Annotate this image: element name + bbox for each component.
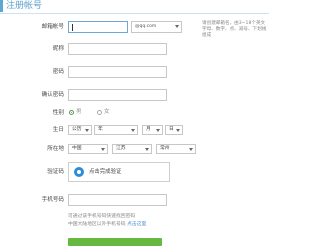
confirm-password-label: 确认密码 xyxy=(41,92,64,98)
captcha-button[interactable]: 点击完成验证 xyxy=(68,162,170,182)
location-label: 所在地 xyxy=(47,146,64,152)
email-label: 邮箱帐号 xyxy=(41,24,64,30)
location-city-select[interactable]: 常州 xyxy=(156,144,196,154)
email-hint: 请创建邮箱名，由3~18个英文字母、数字、点、减号、下划线组成 xyxy=(202,21,267,38)
chevron-down-icon xyxy=(176,129,180,132)
location-province-value: 江苏 xyxy=(116,146,126,151)
birthday-calendar-value: 公历 xyxy=(72,127,82,132)
phone-note-secondary-text: 中国大陆地区以外手机号码 xyxy=(68,222,126,227)
header-accent-bar xyxy=(0,0,3,12)
phone-input[interactable] xyxy=(68,194,167,206)
page-title: 注册帐号 xyxy=(6,1,43,11)
chevron-down-icon xyxy=(175,25,179,28)
gender-female-radio[interactable] xyxy=(97,110,102,115)
gender-male-label: 男 xyxy=(76,109,82,115)
phone-label: 手机号码 xyxy=(41,197,64,203)
phone-note: 可通过该手机号码快速找回密码 xyxy=(68,214,136,219)
email-input[interactable] xyxy=(68,21,128,33)
location-city-value: 常州 xyxy=(160,146,170,151)
birthday-month-value: 月 xyxy=(146,127,151,132)
chevron-down-icon xyxy=(101,148,105,151)
location-country-value: 中国 xyxy=(72,146,82,151)
chevron-down-icon xyxy=(189,148,193,151)
phone-note-secondary: 中国大陆地区以外手机号码 点击这里 xyxy=(68,222,146,228)
captcha-shield-icon xyxy=(74,167,84,177)
gender-label: 性别 xyxy=(52,110,64,116)
birthday-month-select[interactable]: 月 xyxy=(142,125,163,135)
password-input[interactable] xyxy=(68,66,167,78)
chevron-down-icon xyxy=(145,148,149,151)
birthday-year-value: 年 xyxy=(98,127,103,132)
birthday-day-value: 日 xyxy=(169,127,174,132)
chevron-down-icon xyxy=(156,129,160,132)
password-label: 密码 xyxy=(52,69,64,75)
birthday-label: 生日 xyxy=(52,127,64,133)
gender-male-radio[interactable] xyxy=(69,110,74,115)
gender-female-label: 女 xyxy=(104,109,110,115)
nickname-input[interactable] xyxy=(68,43,167,55)
confirm-password-input[interactable] xyxy=(68,89,167,101)
captcha-text: 点击完成验证 xyxy=(89,169,122,175)
birthday-calendar-select[interactable]: 公历 xyxy=(68,125,92,135)
email-domain-value: @qq.com xyxy=(135,24,157,29)
chevron-down-icon xyxy=(85,129,89,132)
nickname-label: 昵称 xyxy=(52,46,64,52)
birthday-day-select[interactable]: 日 xyxy=(165,125,183,135)
location-province-select[interactable]: 江苏 xyxy=(112,144,152,154)
birthday-year-select[interactable]: 年 xyxy=(94,125,138,135)
text-caret xyxy=(72,24,73,31)
page-header: 注册帐号 xyxy=(0,0,269,14)
phone-note-link[interactable]: 点击这里 xyxy=(127,222,146,227)
location-country-select[interactable]: 中国 xyxy=(68,144,108,154)
email-domain-select[interactable]: @qq.com xyxy=(131,21,182,33)
register-button[interactable] xyxy=(68,238,162,246)
chevron-down-icon xyxy=(131,129,135,132)
captcha-label: 验证码 xyxy=(47,169,64,175)
